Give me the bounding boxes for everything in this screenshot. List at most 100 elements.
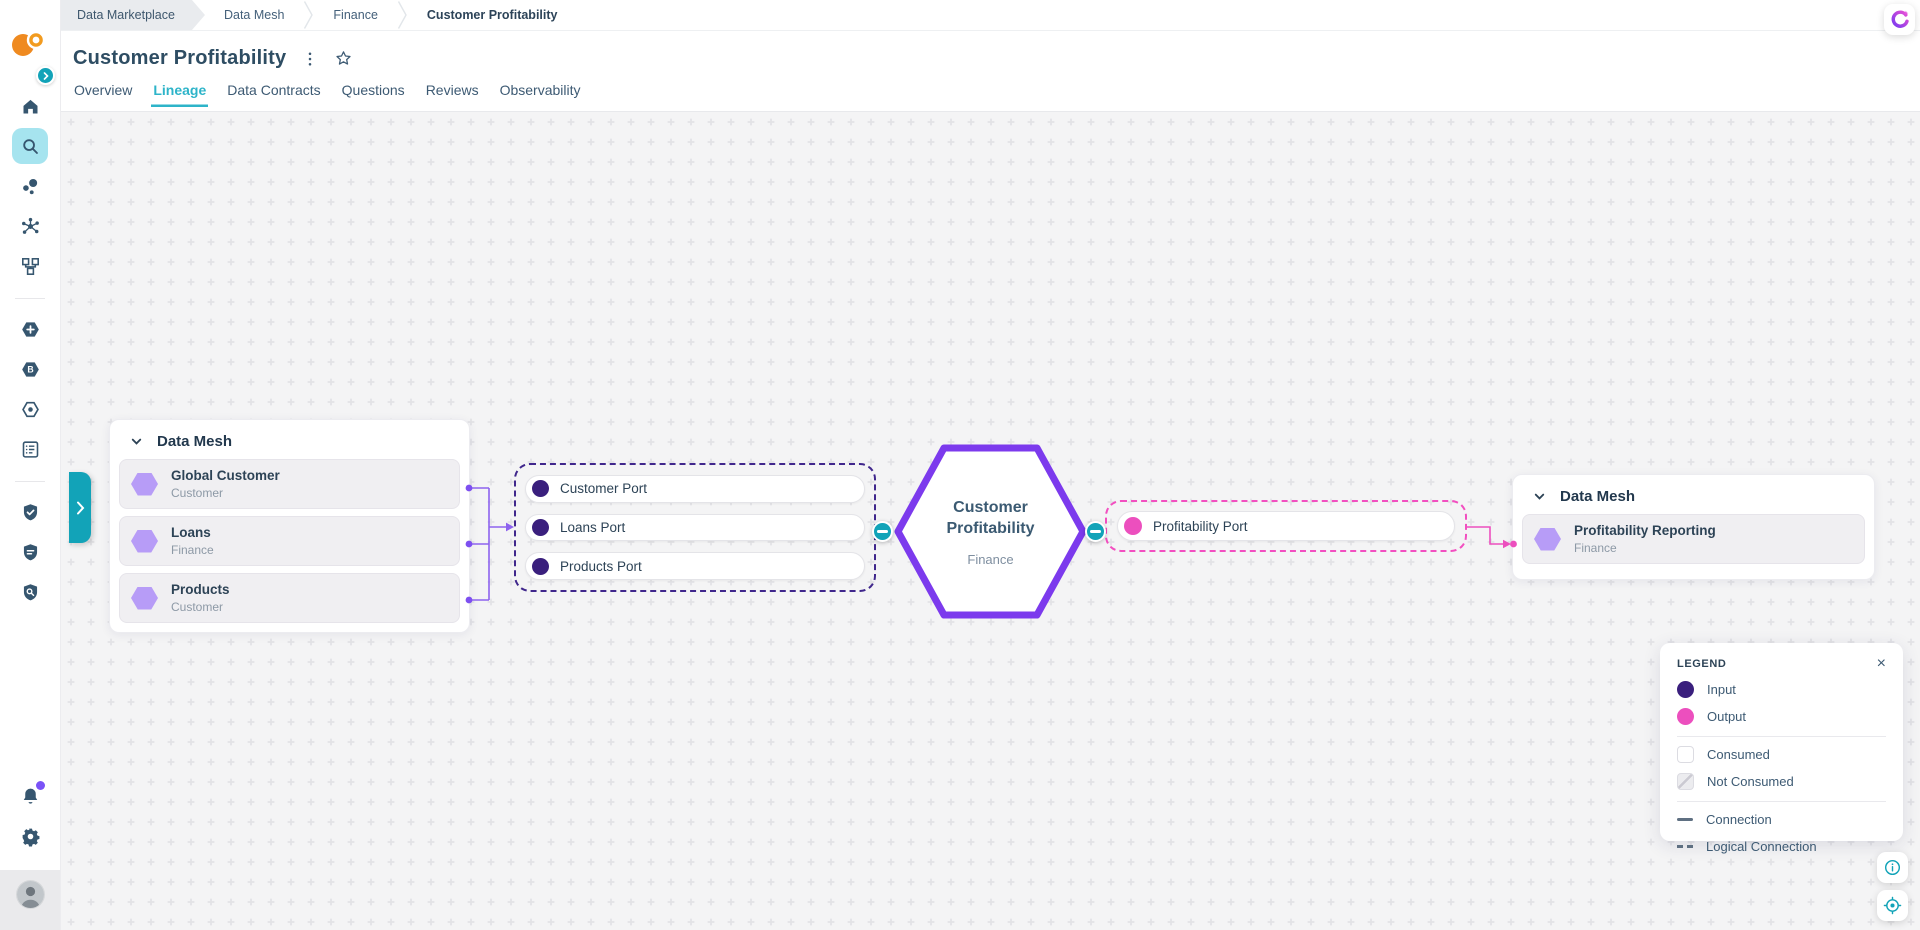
data-product-hexagon-icon — [131, 473, 158, 496]
port-loans[interactable]: Loans Port — [525, 514, 865, 542]
ai-assistant-button[interactable] — [1884, 4, 1915, 35]
entity-name: Products — [171, 582, 230, 599]
left-group-panel: Data Mesh Global Customer Customer Loans… — [109, 419, 470, 633]
data-product-node-customer-profitability[interactable]: Customer Profitability Finance — [893, 443, 1088, 620]
canvas-info-button[interactable] — [1877, 852, 1908, 883]
node-title-line2: Profitability — [946, 518, 1034, 539]
legend-output-swatch — [1677, 708, 1694, 725]
legend-divider — [1677, 736, 1886, 737]
logo-icon — [10, 26, 50, 60]
sidebar-item-hierarchy[interactable] — [12, 248, 48, 284]
notifications-button[interactable] — [12, 778, 48, 814]
breadcrumb-data-mesh[interactable]: Data Mesh — [205, 0, 303, 30]
entity-loans[interactable]: Loans Finance — [119, 516, 460, 566]
legend-label-logical-connection: Logical Connection — [1706, 839, 1817, 854]
sidebar-item-governance-check[interactable] — [12, 494, 48, 530]
favorite-button[interactable] — [334, 49, 353, 68]
collapse-input-ports-button[interactable] — [872, 521, 893, 542]
output-ports-group: Profitability Port — [1105, 500, 1467, 552]
sidebar-item-home[interactable] — [12, 88, 48, 124]
group-title: Data Mesh — [1560, 488, 1635, 505]
chevron-down-icon — [1532, 489, 1547, 504]
entity-domain: Finance — [171, 543, 214, 557]
sidebar-item-catalog[interactable] — [12, 431, 48, 467]
legend-label-connection: Connection — [1706, 812, 1772, 827]
node-domain: Finance — [967, 552, 1013, 567]
breadcrumb-customer-profitability: Customer Profitability — [408, 0, 577, 30]
legend-label-consumed: Consumed — [1707, 747, 1770, 762]
ai-assistant-icon — [1888, 8, 1911, 31]
port-label: Profitability Port — [1153, 519, 1248, 534]
sidebar-item-search[interactable] — [12, 128, 48, 164]
data-product-hexagon-icon — [131, 587, 158, 610]
notification-dot — [36, 781, 45, 790]
port-label: Customer Port — [560, 481, 647, 496]
tab-observability[interactable]: Observability — [498, 80, 583, 107]
app-logo[interactable] — [10, 26, 50, 60]
catalog-form-icon — [20, 439, 41, 460]
port-label: Products Port — [560, 559, 642, 574]
sidebar-item-create-data-product[interactable] — [12, 311, 48, 347]
minus-icon — [877, 530, 888, 533]
port-profitability[interactable]: Profitability Port — [1117, 511, 1455, 541]
sidebar-divider — [15, 298, 45, 299]
entity-profitability-reporting[interactable]: Profitability Reporting Finance — [1522, 514, 1865, 564]
entity-products[interactable]: Products Customer — [119, 573, 460, 623]
sidebar-item-lineage[interactable] — [12, 208, 48, 244]
user-avatar[interactable] — [17, 881, 44, 908]
sidebar-bottom — [0, 778, 60, 930]
tab-reviews[interactable]: Reviews — [424, 80, 481, 107]
app-root: B — [0, 0, 1920, 930]
shield-policy-icon — [20, 542, 41, 563]
input-ports-group: Customer Port Loans Port Products Port — [514, 463, 876, 592]
page-title: Customer Profitability — [73, 47, 286, 70]
sidebar-item-platform-settings[interactable] — [12, 391, 48, 427]
search-icon — [20, 136, 41, 157]
tab-questions[interactable]: Questions — [340, 80, 407, 107]
breadcrumb-separator-icon — [397, 0, 408, 30]
entity-name: Global Customer — [171, 468, 280, 485]
sidebar-expand-badge[interactable] — [36, 66, 55, 85]
settings-button[interactable] — [12, 818, 48, 854]
left-drawer-expander[interactable] — [69, 472, 91, 543]
legend-input-swatch — [1677, 681, 1694, 698]
legend-logical-connection-swatch — [1677, 845, 1693, 848]
settings-gear-icon — [20, 826, 41, 847]
fit-view-button[interactable] — [1877, 890, 1908, 921]
legend-label-input: Input — [1707, 682, 1736, 697]
legend-connection-swatch — [1677, 818, 1693, 821]
entity-global-customer[interactable]: Global Customer Customer — [119, 459, 460, 509]
hexagon-settings-icon — [20, 399, 41, 420]
breadcrumb-finance[interactable]: Finance — [314, 0, 396, 30]
shield-audit-icon — [20, 582, 41, 603]
sidebar-nav: B — [0, 88, 60, 614]
data-product-hexagon-icon — [131, 530, 158, 553]
sidebar-item-governance-policies[interactable] — [12, 534, 48, 570]
shield-check-icon — [20, 502, 41, 523]
kebab-menu-icon — [301, 50, 319, 68]
tab-overview[interactable]: Overview — [72, 80, 134, 107]
collapse-group-button[interactable] — [129, 434, 144, 449]
tab-data-contracts[interactable]: Data Contracts — [225, 80, 322, 107]
main-area: Data Marketplace Data Mesh Finance Custo… — [61, 0, 1920, 930]
sidebar-item-data-products[interactable] — [12, 168, 48, 204]
collapse-group-button[interactable] — [1532, 489, 1547, 504]
more-options-button[interactable] — [301, 50, 319, 68]
port-customer[interactable]: Customer Port — [525, 475, 865, 503]
sidebar-item-governance-audit[interactable] — [12, 574, 48, 610]
tab-lineage[interactable]: Lineage — [151, 80, 208, 107]
sidebar-item-build[interactable]: B — [12, 351, 48, 387]
home-icon — [20, 96, 41, 117]
port-products[interactable]: Products Port — [525, 552, 865, 580]
legend-close-icon[interactable]: × — [1877, 656, 1886, 672]
data-products-icon — [20, 176, 41, 197]
input-port-dot-icon — [532, 558, 549, 575]
avatar-image — [17, 881, 44, 908]
breadcrumb: Data Marketplace Data Mesh Finance Custo… — [61, 0, 1920, 31]
collapse-output-ports-button[interactable] — [1085, 521, 1106, 542]
right-group-panel: Data Mesh Profitability Reporting Financ… — [1512, 474, 1875, 580]
breadcrumb-data-marketplace[interactable]: Data Marketplace — [61, 0, 205, 30]
lineage-canvas[interactable]: Data Mesh Global Customer Customer Loans… — [61, 112, 1920, 930]
info-icon — [1883, 858, 1902, 877]
tab-bar: Overview Lineage Data Contracts Question… — [72, 80, 1920, 107]
